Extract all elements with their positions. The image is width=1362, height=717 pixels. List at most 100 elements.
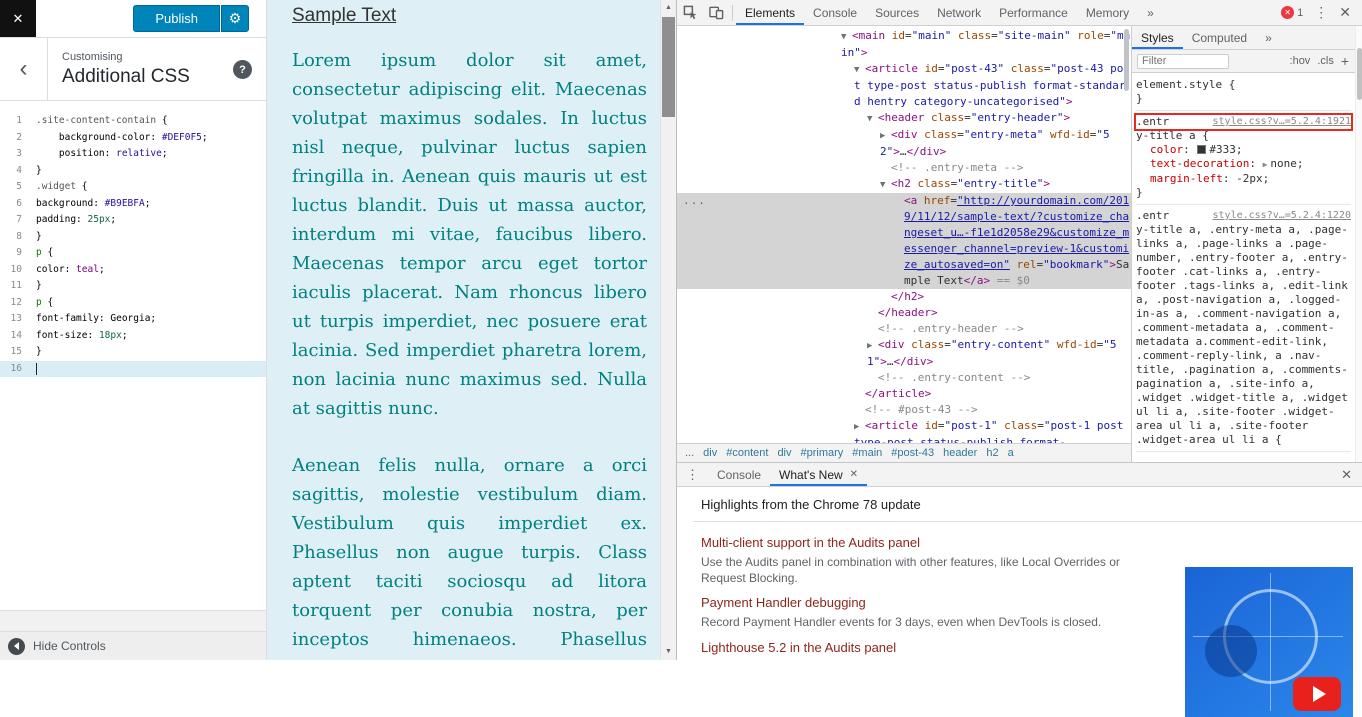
tab-console[interactable]: Console [708,463,770,486]
code-line[interactable]: 8} [0,229,266,246]
code-line[interactable]: 15} [0,344,266,361]
styles-scrollbar-thumb[interactable] [1357,48,1362,100]
code-line[interactable]: 4} [0,163,266,180]
code-line[interactable]: 10color: teal; [0,262,266,279]
breadcrumb-item[interactable]: header [943,447,977,459]
dom-tree-node[interactable]: <!-- .entry-header --> [677,321,1131,337]
breadcrumb-item[interactable]: #primary [801,447,844,459]
breadcrumb-item[interactable]: #post-43 [891,447,934,459]
preview-scrollbar[interactable]: ▲ ▼ [660,0,676,660]
whatsnew-section-title[interactable]: Multi-client support in the Audits panel [701,535,1161,550]
styles-filter-input[interactable] [1137,54,1229,69]
dom-tree-node[interactable]: </h2> [677,289,1131,305]
dom-tree-node[interactable]: <!-- .entry-meta --> [677,160,1131,176]
device-toolbar-icon[interactable] [703,0,729,25]
dom-tree[interactable]: ▼<main id="main" class="site-main" role=… [677,26,1131,443]
code-line[interactable]: 1.site-content-contain { [0,113,266,130]
back-button[interactable]: ‹ [0,38,48,100]
video-thumbnail[interactable] [1185,567,1353,717]
scrollbar-thumb[interactable] [662,17,675,117]
scrollbar-up-icon[interactable]: ▲ [661,0,676,16]
inspect-icon[interactable] [677,0,703,25]
new-style-rule-button[interactable]: + [1341,53,1349,69]
scrollbar-down-icon[interactable]: ▼ [661,644,676,660]
post-title-link[interactable]: Sample Text [292,5,396,27]
dom-tree-node[interactable]: ▶<div class="entry-meta" wfd-id="52">…</… [677,127,1131,160]
element-style-rule[interactable]: element.style { } [1136,76,1351,111]
code-line[interactable]: 12p { [0,295,266,312]
breadcrumb-item[interactable]: ... [685,447,694,459]
code-line[interactable]: 6background: #B9EBFA; [0,196,266,213]
code-line[interactable]: 16 [0,361,266,378]
code-line[interactable]: 2 background-color: #DEF0F5; [0,130,266,147]
line-number: 5 [0,179,30,196]
breadcrumb-item[interactable]: div [703,447,717,459]
css-code-editor[interactable]: 1.site-content-contain {2 background-col… [0,101,266,611]
code-line[interactable]: 5.widget { [0,179,266,196]
styles-scrollbar[interactable] [1355,26,1362,462]
dom-tree-node[interactable]: </header> [677,305,1131,321]
breadcrumb-item[interactable]: div [777,447,791,459]
tab-styles[interactable]: Styles [1132,26,1183,49]
css-rule[interactable]: style.css?v…=5.2.4:1921.entry-title a {c… [1136,113,1351,205]
breadcrumb-item[interactable]: h2 [986,447,998,459]
tab-network[interactable]: Network [928,0,990,25]
code-line[interactable]: 3 position: relative; [0,146,266,163]
drawer-close-icon[interactable]: ✕ [1341,467,1352,483]
dom-tree-node[interactable]: ▼<header class="entry-header"> [677,110,1131,127]
dom-tree-node[interactable]: <!-- .entry-content --> [677,370,1131,386]
dom-tree-node[interactable]: ▼<main id="main" class="site-main" role=… [677,28,1131,61]
code-line[interactable]: 13font-family: Georgia; [0,311,266,328]
dom-tree-node[interactable]: ▼<h2 class="entry-title"> [677,176,1131,193]
play-button[interactable] [1293,677,1341,711]
css-property[interactable]: margin-left: -2px; [1136,172,1351,186]
publish-button[interactable]: Publish [133,5,220,32]
dom-tree-node[interactable]: ▶<article id="post-1" class="post-1 post… [677,418,1131,443]
whatsnew-section-title[interactable]: Lighthouse 5.2 in the Audits panel [701,640,1161,655]
close-customizer-button[interactable]: ✕ [0,0,36,37]
hov-toggle[interactable]: :hov [1290,55,1311,67]
tab-sources[interactable]: Sources [866,0,928,25]
tab-what-s-new[interactable]: What's New✕ [770,463,867,486]
color-swatch[interactable] [1197,145,1206,154]
css-property[interactable]: color: #333; [1136,143,1351,157]
customizer-breadcrumb: Customising [62,51,123,63]
style-source-link[interactable]: style.css?v…=5.2.4:1220 [1213,209,1351,223]
code-line[interactable]: 9p { [0,245,266,262]
css-rule[interactable]: style.css?v…=5.2.4:1220.entry-title a, .… [1136,207,1351,452]
tab-performance[interactable]: Performance [990,0,1077,25]
dom-tree-node[interactable]: </article> [677,386,1131,402]
tab-elements[interactable]: Elements [736,0,804,25]
collapse-icon[interactable] [8,638,25,655]
code-line[interactable]: 14font-size: 18px; [0,328,266,345]
dom-tree-node-selected[interactable]: ...<a href="http://yourdomain.com/2019/1… [677,193,1131,289]
code-line[interactable]: 11} [0,278,266,295]
kebab-menu-icon[interactable]: ⋮ [1314,4,1328,21]
help-button[interactable]: ? [233,60,252,79]
dom-tree-node[interactable]: ▼<article id="post-43" class="post-43 po… [677,61,1131,110]
dom-tree-node[interactable]: ▶<div class="entry-content" wfd-id="51">… [677,337,1131,370]
tab-console[interactable]: Console [804,0,866,25]
drawer-menu-icon[interactable]: ⋮ [677,467,708,483]
expand-arrow-icon[interactable]: ▶ [1263,160,1268,169]
tab-more-tabs[interactable]: » [1138,0,1163,25]
css-property[interactable]: text-decoration: ▶none; [1136,157,1351,172]
breadcrumb-item[interactable]: a [1008,447,1014,459]
tab-computed[interactable]: Computed [1183,26,1256,49]
tab-memory[interactable]: Memory [1077,0,1138,25]
dom-tree-node[interactable]: <!-- #post-43 --> [677,402,1131,418]
element-style-selector[interactable]: element.style { [1136,78,1351,92]
code-line[interactable]: 7padding: 25px; [0,212,266,229]
publish-settings-button[interactable]: ⚙ [221,5,249,32]
cls-toggle[interactable]: .cls [1317,55,1334,67]
tab-close-icon[interactable]: ✕ [850,469,858,480]
breadcrumb-item[interactable]: #content [726,447,768,459]
whatsnew-section-title[interactable]: Payment Handler debugging [701,595,1161,610]
breadcrumb-item[interactable]: #main [852,447,882,459]
tab-more-sidebar-tabs[interactable]: » [1256,26,1281,49]
elements-scrollbar-thumb[interactable] [1124,29,1129,91]
hide-controls-label[interactable]: Hide Controls [33,639,106,653]
error-badge[interactable]: ✕ 1 [1281,6,1303,19]
style-source-link[interactable]: style.css?v…=5.2.4:1921 [1213,115,1351,129]
devtools-close-icon[interactable]: ✕ [1339,4,1351,21]
